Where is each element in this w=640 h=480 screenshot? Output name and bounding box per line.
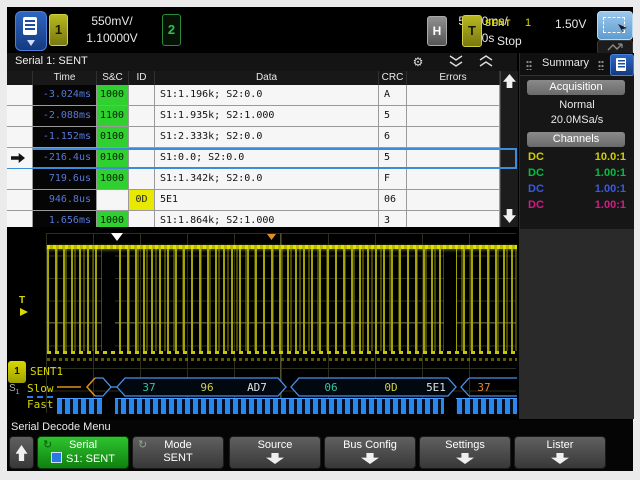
oscilloscope-screen: 1 550mV/ 1.10000V 2 H 5.000ms/ 0.0s T SE… xyxy=(7,7,634,471)
slow-bus-decode: 37 96 AD7 06 0D 5E1 37 xyxy=(57,377,517,397)
table-row-selected[interactable]: -216.4us 0100 S1:0.0; S2:0.0 5 xyxy=(7,148,517,169)
dropdown-arrow-icon xyxy=(456,453,474,464)
sample-rate: 20.0MSa/s xyxy=(550,114,604,126)
pan-zoom-icon xyxy=(607,43,623,51)
gear-icon[interactable]: ⚙ xyxy=(407,55,429,69)
dropdown-arrow-icon xyxy=(266,453,284,464)
slow-bus-value: AD7 xyxy=(247,381,267,394)
col-crc: CRC xyxy=(379,71,407,85)
bus-source-icon: 1 xyxy=(8,361,26,383)
rect-select-button[interactable] xyxy=(597,11,633,40)
waveform-display[interactable]: T 1 SENT1 S1 Slow Fast 37 96 AD7 06 0D 5… xyxy=(7,227,517,419)
menu-title-bar: Serial Decode Menu xyxy=(7,420,633,436)
table-row[interactable]: 946.8us 0D 5E1 06 xyxy=(7,190,517,211)
grip-icon xyxy=(526,60,532,70)
slow-bus-value: 37 xyxy=(477,381,490,394)
bus-config-softkey[interactable]: Bus Config xyxy=(324,436,416,469)
channel2-summary: DC 1.00:1 xyxy=(528,167,626,179)
scroll-down-icon[interactable] xyxy=(503,209,516,223)
horizontal-button[interactable]: H xyxy=(427,16,447,46)
channel1-waveform xyxy=(47,249,517,351)
trigger-level: 1.50V xyxy=(555,17,587,31)
source-softkey[interactable]: Source xyxy=(229,436,321,469)
trigger-mode: SENT xyxy=(485,18,512,28)
trigger-level-label: T xyxy=(19,295,26,306)
col-time: Time xyxy=(33,71,97,85)
slow-bus-value: 06 xyxy=(324,381,337,394)
main-menu-button[interactable] xyxy=(15,11,47,51)
channel2-button[interactable]: 2 xyxy=(162,14,181,46)
channel4-summary: DC 1.00:1 xyxy=(528,199,626,211)
menu-title: Serial Decode Menu xyxy=(11,421,111,433)
col-marker xyxy=(7,71,33,85)
collapse-icon[interactable] xyxy=(445,55,467,69)
trigger-level-arrow-icon[interactable] xyxy=(20,308,28,316)
menu-list-icon xyxy=(616,58,626,71)
summary-panel: Summary Acquisition Normal 20.0MSa/s Cha… xyxy=(519,53,634,419)
col-errors: Errors xyxy=(407,71,500,85)
channel1-summary: DC 10.0:1 xyxy=(528,151,626,163)
lister-title-bar: Serial 1: SENT ⚙ xyxy=(7,53,517,72)
summary-menu-button[interactable] xyxy=(610,54,634,76)
channel3-summary: DC 1.00:1 xyxy=(528,183,626,195)
fast-bus-decode xyxy=(57,398,517,414)
acquisition-badge: Acquisition xyxy=(527,80,625,95)
current-row-arrow-icon xyxy=(11,153,25,163)
cycle-icon: ↻ xyxy=(138,439,148,451)
run-status: Stop xyxy=(497,34,522,48)
col-data: Data xyxy=(155,71,379,85)
table-row[interactable]: -1.152ms 0100 S1:2.333k; S2:0.0 6 xyxy=(7,127,517,148)
rect-select-icon xyxy=(603,17,625,33)
waveform-low-level xyxy=(47,351,517,354)
serial-softkey[interactable]: ↻ Serial S1: SENT xyxy=(37,436,129,469)
acquisition-mode: Normal xyxy=(559,99,595,111)
back-up-button[interactable] xyxy=(9,436,34,469)
main-menu-icon xyxy=(23,17,37,35)
pan-zoom-button[interactable] xyxy=(597,40,633,54)
channels-badge: Channels xyxy=(527,132,625,147)
slow-bus-value: 37 xyxy=(142,381,155,394)
summary-title: Summary xyxy=(542,57,590,69)
waveform-low-level2 xyxy=(47,358,517,361)
channel1-scale: 550mV/ xyxy=(91,14,133,28)
softkey-menu: ↻ Serial S1: SENT ↻ Mode SENT Source Bus… xyxy=(7,436,633,471)
table-row[interactable]: -2.088ms 1100 S1:1.935k; S2:1.000 5 xyxy=(7,106,517,127)
table-row[interactable]: -3.024ms 1000 S1:1.196k; S2:0.0 A xyxy=(7,85,517,106)
summary-header[interactable]: Summary xyxy=(520,53,634,76)
expand-icon[interactable] xyxy=(475,55,497,69)
lister-title: Serial 1: SENT xyxy=(15,55,88,67)
lister-table: Time S&C ID Data CRC Errors -3.024ms 100… xyxy=(7,71,517,232)
top-status-bar: 1 550mV/ 1.10000V 2 H 5.000ms/ 0.0s T SE… xyxy=(7,7,633,54)
mode-softkey[interactable]: ↻ Mode SENT xyxy=(132,436,224,469)
fast-bus-label: Fast xyxy=(27,398,54,411)
grip-icon xyxy=(598,60,604,70)
serial-slot-label: S1 xyxy=(9,383,20,396)
lister-softkey[interactable]: Lister xyxy=(514,436,606,469)
lister-panel: Serial 1: SENT ⚙ Time S&C ID Data CRC Er… xyxy=(7,53,518,232)
channel1-readout: 550mV/ 1.10000V xyxy=(57,13,167,47)
lister-header-row: Time S&C ID Data CRC Errors xyxy=(7,71,517,85)
back-up-icon xyxy=(15,445,28,461)
slow-bus-value: 0D xyxy=(384,381,397,394)
waveform-high-level xyxy=(47,245,517,249)
dropdown-arrow-icon xyxy=(361,453,379,464)
table-row[interactable]: 719.6us 1000 S1:1.342k; S2:0.0 F xyxy=(7,169,517,190)
slow-bus-value: 5E1 xyxy=(426,381,446,394)
col-sc: S&C xyxy=(97,71,129,85)
cycle-icon: ↻ xyxy=(43,439,53,451)
slow-bus-value: 96 xyxy=(200,381,213,394)
slow-bus-label: Slow xyxy=(27,382,54,395)
sidebar-filler xyxy=(520,229,634,419)
trigger-button[interactable]: T xyxy=(462,15,482,47)
trigger-source: 1 xyxy=(525,17,532,29)
checkbox-icon xyxy=(51,452,63,463)
chevron-down-icon xyxy=(27,40,35,46)
channel1-position: 1.10000V xyxy=(86,31,138,45)
dropdown-arrow-icon xyxy=(551,453,569,464)
scroll-up-icon[interactable] xyxy=(503,74,516,88)
col-id: ID xyxy=(129,71,155,85)
settings-softkey[interactable]: Settings xyxy=(419,436,511,469)
